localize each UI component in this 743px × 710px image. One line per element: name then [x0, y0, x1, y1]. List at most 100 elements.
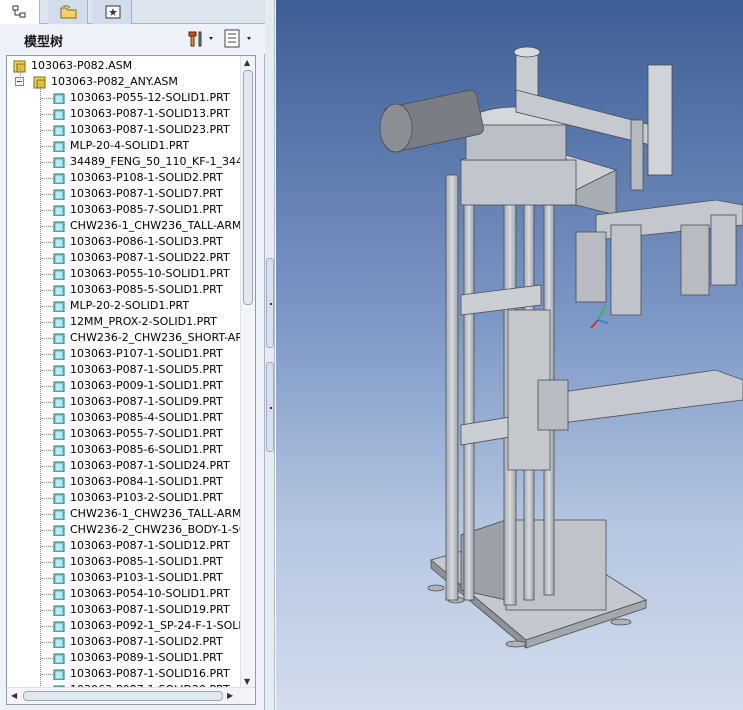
tree-item-row[interactable]: 103063-P084-1-SOLID1.PRT — [7, 474, 241, 490]
navigator-tabbar — [0, 0, 265, 25]
tree-item-row[interactable]: CHW236-2_CHW236_SHORT-ARM — [7, 330, 241, 346]
tree-item-row[interactable]: 103063-P085-7-SOLID1.PRT — [7, 202, 241, 218]
tree-item-row[interactable]: 103063-P103-1-SOLID1.PRT — [7, 570, 241, 586]
tree-vertical-scroll-thumb[interactable] — [243, 70, 253, 305]
tree-item-label: 103063-P087-1-SOLID2.PRT — [70, 635, 223, 648]
scroll-left-icon[interactable]: ◀ — [11, 691, 17, 700]
splitter-grip[interactable] — [266, 258, 274, 348]
tree-item-row[interactable]: 103063-P087-1-SOLID9.PRT — [7, 394, 241, 410]
tree-item-row[interactable]: 103063-P089-1-SOLID1.PRT — [7, 650, 241, 666]
tree-connector — [41, 594, 53, 595]
tree-item-row[interactable]: 103063-P087-1-SOLID12.PRT — [7, 538, 241, 554]
tree-item-row[interactable]: 103063-P085-5-SOLID1.PRT — [7, 282, 241, 298]
part-icon — [53, 669, 65, 680]
tree-item-row[interactable]: 103063-P087-1-SOLID2.PRT — [7, 634, 241, 650]
tree-item-row[interactable]: 103063-P087-1-SOLID5.PRT — [7, 362, 241, 378]
tree-show-button[interactable] — [222, 28, 258, 50]
tree-item-row[interactable]: CHW236-2_CHW236_BODY-1-SOL — [7, 522, 241, 538]
tree-item-row[interactable]: CHW236-1_CHW236_TALL-ARM-1 — [7, 506, 241, 522]
tree-item-label: 103063-P055-7-SOLID1.PRT — [70, 427, 223, 440]
tree-item-label: 103063-P087-1-SOLID23.PRT — [70, 123, 230, 136]
scroll-down-icon[interactable]: ▼ — [244, 677, 250, 686]
model-tree-tab[interactable] — [0, 0, 40, 25]
tree-connector — [41, 162, 53, 163]
part-icon — [53, 365, 65, 376]
graphics-viewport[interactable] — [276, 0, 743, 710]
part-icon — [53, 525, 65, 536]
tree-item-row[interactable]: 103063-P103-2-SOLID1.PRT — [7, 490, 241, 506]
tree-item-row[interactable]: 103063-P087-1-SOLID24.PRT — [7, 458, 241, 474]
part-icon — [53, 541, 65, 552]
tree-connector — [41, 178, 53, 179]
tree-item-row[interactable]: MLP-20-2-SOLID1.PRT — [7, 298, 241, 314]
tree-item-row[interactable]: 103063-P055-12-SOLID1.PRT — [7, 90, 241, 106]
tree-connector — [41, 242, 53, 243]
tree-connector — [41, 530, 53, 531]
tree-horizontal-scroll-thumb[interactable] — [23, 691, 223, 701]
part-icon — [53, 445, 65, 456]
tree-connector — [41, 578, 53, 579]
tree-item-label: CHW236-1_CHW236_TALL-ARM-2 — [70, 219, 241, 232]
tree-settings-button[interactable] — [185, 28, 219, 50]
tree-subassembly-row[interactable]: 103063-P082_ANY.ASM — [7, 74, 241, 90]
part-icon — [53, 461, 65, 472]
tree-item-row[interactable]: 103063-P087-1-SOLID13.PRT — [7, 106, 241, 122]
scroll-up-icon[interactable]: ▲ — [244, 58, 250, 67]
splitter-grip[interactable] — [266, 362, 274, 452]
tree-item-row[interactable]: CHW236-1_CHW236_TALL-ARM-2 — [7, 218, 241, 234]
tree-item-row[interactable]: 103063-P087-1-SOLID16.PRT — [7, 666, 241, 682]
tree-item-label: 34489_FENG_50_110_KF-1_344-6 — [70, 155, 241, 168]
tree-connector — [41, 98, 53, 99]
tree-item-row[interactable]: 103063-P087-1-SOLID22.PRT — [7, 250, 241, 266]
tree-horizontal-scrollbar[interactable]: ◀ ▶ — [7, 687, 255, 704]
tree-root-row[interactable]: 103063-P082.ASM — [7, 58, 241, 74]
part-icon — [53, 509, 65, 520]
favorites-icon — [105, 5, 121, 19]
tree-item-row[interactable]: 103063-P108-1-SOLID2.PRT — [7, 170, 241, 186]
tree-item-row[interactable]: 103063-P107-1-SOLID1.PRT — [7, 346, 241, 362]
tree-connector — [41, 210, 53, 211]
folder-browser-tab[interactable] — [48, 0, 88, 24]
list-icon — [224, 29, 251, 48]
tree-item-row[interactable]: 103063-P054-10-SOLID1.PRT — [7, 586, 241, 602]
tree-item-label: 103063-P087-1-SOLID16.PRT — [70, 667, 230, 680]
tree-item-row[interactable]: 103063-P055-10-SOLID1.PRT — [7, 266, 241, 282]
tree-item-row[interactable]: 103063-P087-1-SOLID23.PRT — [7, 122, 241, 138]
tree-item-label: CHW236-2_CHW236_BODY-1-SOL — [70, 523, 241, 536]
tree-item-label: MLP-20-2-SOLID1.PRT — [70, 299, 190, 312]
tree-item-row[interactable]: 103063-P085-6-SOLID1.PRT — [7, 442, 241, 458]
tree-item-row[interactable]: 103063-P055-7-SOLID1.PRT — [7, 426, 241, 442]
tree-root-label: 103063-P082.ASM — [31, 59, 133, 72]
tree-item-row[interactable]: MLP-20-4-SOLID1.PRT — [7, 138, 241, 154]
tree-item-row[interactable]: 103063-P087-1-SOLID7.PRT — [7, 186, 241, 202]
tree-item-label: 103063-P107-1-SOLID1.PRT — [70, 347, 223, 360]
tree-item-label: 103063-P055-12-SOLID1.PRT — [70, 91, 230, 104]
tree-item-row[interactable]: 103063-P086-1-SOLID3.PRT — [7, 234, 241, 250]
tree-item-row[interactable]: 103063-P085-4-SOLID1.PRT — [7, 410, 241, 426]
tree-header: 模型树 — [0, 24, 265, 54]
tree-item-row[interactable]: 34489_FENG_50_110_KF-1_344-6 — [7, 154, 241, 170]
favorites-tab[interactable] — [92, 0, 132, 24]
tree-item-label: 103063-P087-1-SOLID22.PRT — [70, 251, 230, 264]
part-icon — [53, 189, 65, 200]
part-icon — [53, 429, 65, 440]
tree-item-label: 103063-P085-5-SOLID1.PRT — [70, 283, 223, 296]
tools-icon — [188, 31, 213, 47]
app-window: 模型树 103063-P082.ASM 103063-P082_ANY.ASM … — [0, 0, 743, 710]
tree-item-row[interactable]: 12MM_PROX-2-SOLID1.PRT — [7, 314, 241, 330]
model-tree-icon — [12, 5, 26, 18]
tree-vertical-scrollbar[interactable]: ▲ ▼ — [240, 56, 255, 688]
scroll-right-icon[interactable]: ▶ — [227, 691, 233, 700]
part-icon — [53, 413, 65, 424]
tree-item-row[interactable]: 103063-P009-1-SOLID1.PRT — [7, 378, 241, 394]
tree-connector — [41, 626, 53, 627]
tree-item-label: 103063-P085-6-SOLID1.PRT — [70, 443, 223, 456]
panel-splitter[interactable] — [265, 0, 275, 710]
tree-connector — [41, 194, 53, 195]
part-icon — [53, 381, 65, 392]
tree-item-row[interactable]: 103063-P085-1-SOLID1.PRT — [7, 554, 241, 570]
tree-item-row[interactable]: 103063-P092-1_SP-24-F-1-SOLID1 — [7, 618, 241, 634]
part-icon — [53, 477, 65, 488]
tree-item-row[interactable]: 103063-P087-1-SOLID19.PRT — [7, 602, 241, 618]
model-tree[interactable]: 103063-P082.ASM 103063-P082_ANY.ASM 1030… — [6, 55, 256, 705]
